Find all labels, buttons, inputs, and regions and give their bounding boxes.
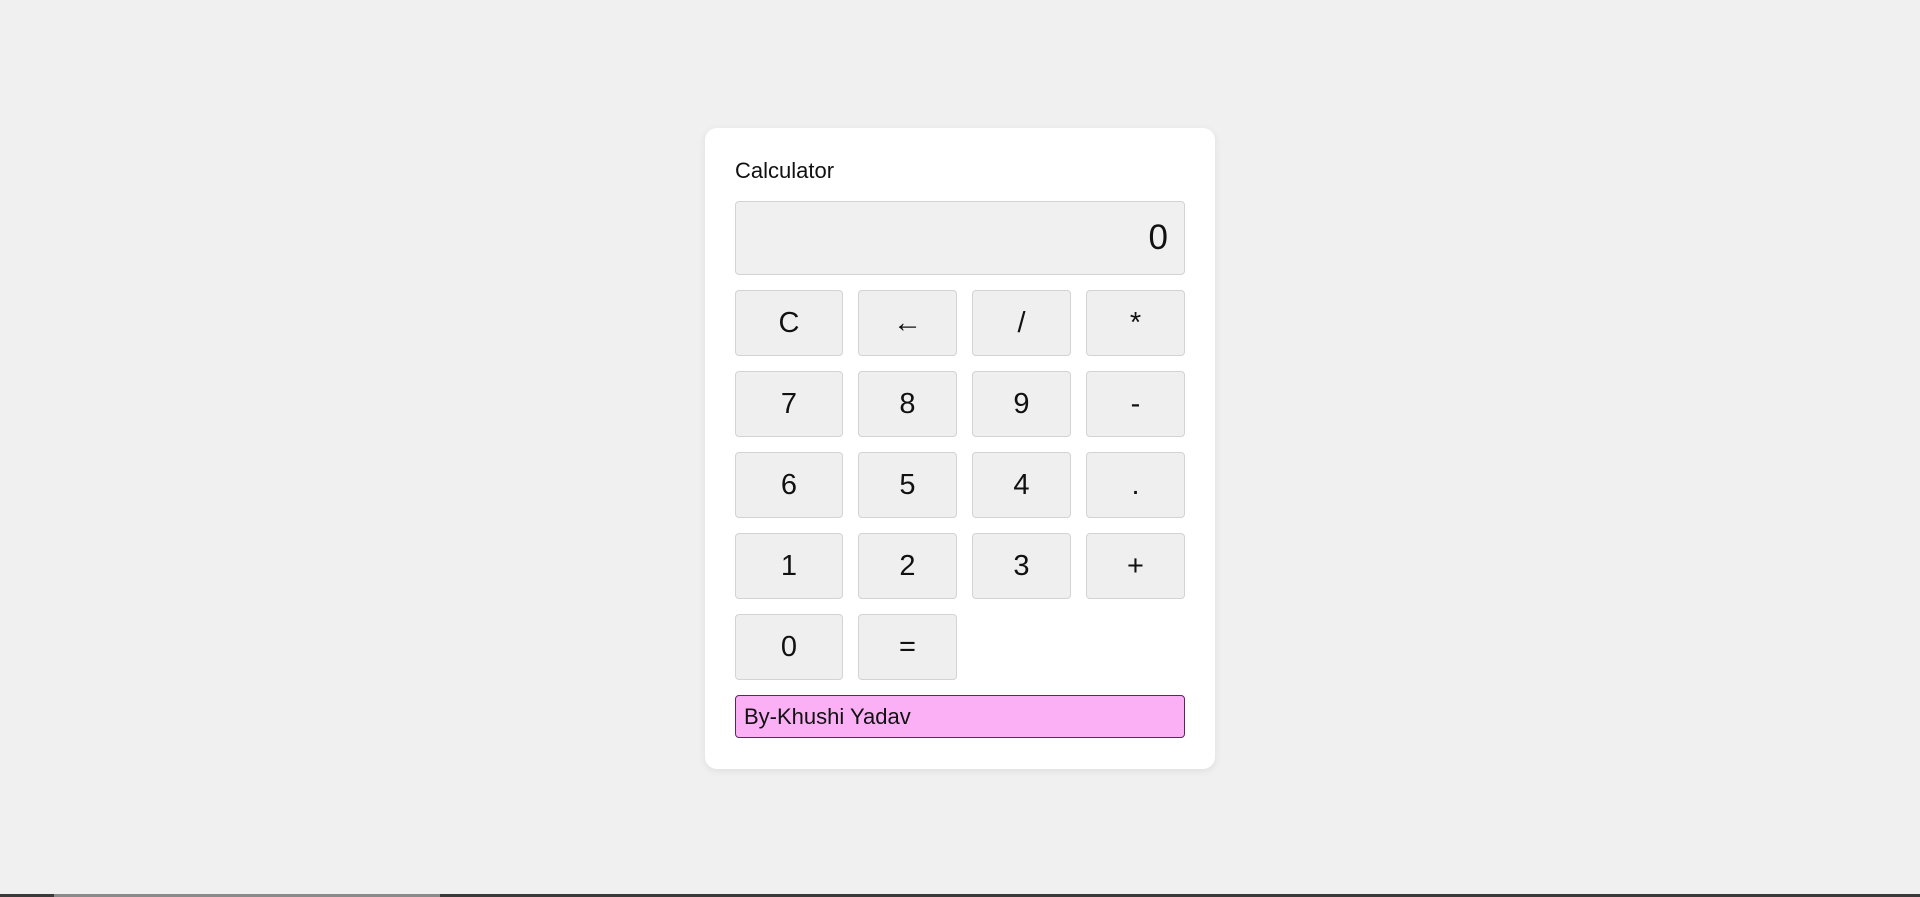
divide-button[interactable]: /: [972, 290, 1071, 356]
digit-3-button[interactable]: 3: [972, 533, 1071, 599]
backspace-button[interactable]: ←: [858, 290, 957, 356]
calculator-title: Calculator: [735, 158, 835, 183]
author-credit: By-Khushi Yadav: [735, 695, 1185, 738]
digit-4-button[interactable]: 4: [972, 452, 1071, 518]
clear-button[interactable]: C: [735, 290, 843, 356]
minus-button[interactable]: -: [1086, 371, 1185, 437]
digit-7-button[interactable]: 7: [735, 371, 843, 437]
equals-button[interactable]: =: [858, 614, 957, 680]
digit-2-button[interactable]: 2: [858, 533, 957, 599]
digit-0-button[interactable]: 0: [735, 614, 843, 680]
calculator-display: 0: [735, 201, 1185, 275]
decimal-button[interactable]: .: [1086, 452, 1185, 518]
plus-button[interactable]: +: [1086, 533, 1185, 599]
digit-6-button[interactable]: 6: [735, 452, 843, 518]
digit-1-button[interactable]: 1: [735, 533, 843, 599]
digit-9-button[interactable]: 9: [972, 371, 1071, 437]
multiply-button[interactable]: *: [1086, 290, 1185, 356]
calculator-card: Calculator 0 C ← / * 7 8 9 - 6 5 4 . 1 2…: [705, 128, 1215, 769]
digit-8-button[interactable]: 8: [858, 371, 957, 437]
digit-5-button[interactable]: 5: [858, 452, 957, 518]
